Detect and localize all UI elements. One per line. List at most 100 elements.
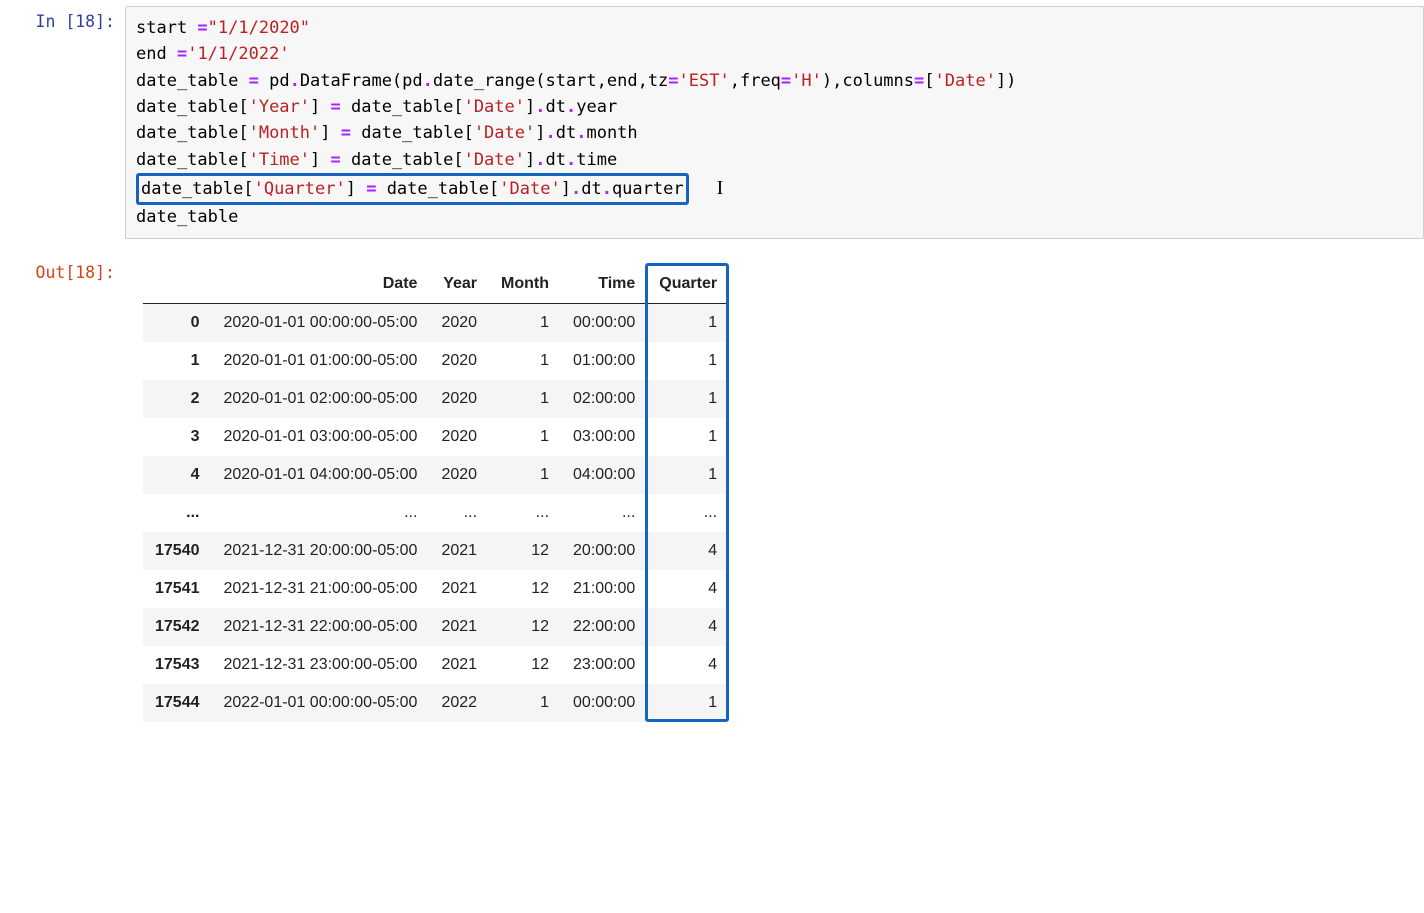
cell-date: 2021-12-31 22:00:00-05:00	[212, 608, 430, 646]
cell-time: 21:00:00	[561, 570, 647, 608]
cell-month: 12	[489, 532, 561, 570]
table-row: 22020-01-01 02:00:00-05:002020102:00:001	[143, 380, 729, 418]
cell-time: 01:00:00	[561, 342, 647, 380]
col-time: Time	[561, 265, 647, 304]
table-row: 32020-01-01 03:00:00-05:002020103:00:001	[143, 418, 729, 456]
row-index: 2	[143, 380, 212, 418]
cell-quarter: 1	[647, 342, 729, 380]
cell-month: 12	[489, 646, 561, 684]
code-line-6: date_table['Time'] = date_table['Date'].…	[136, 150, 617, 170]
cell-month: ...	[489, 494, 561, 532]
cell-month: 12	[489, 570, 561, 608]
in-prompt: In [18]:	[0, 6, 125, 33]
cell-month: 1	[489, 684, 561, 722]
table-row: 175442022-01-01 00:00:00-05:002022100:00…	[143, 684, 729, 722]
cell-month: 1	[489, 380, 561, 418]
cell-time: 22:00:00	[561, 608, 647, 646]
input-cell: In [18]: start ="1/1/2020" end ='1/1/202…	[0, 0, 1424, 239]
code-input[interactable]: start ="1/1/2020" end ='1/1/2022' date_t…	[125, 6, 1424, 239]
col-month: Month	[489, 265, 561, 304]
code-line-4: date_table['Year'] = date_table['Date'].…	[136, 97, 617, 117]
cell-year: ...	[429, 494, 489, 532]
cell-time: 23:00:00	[561, 646, 647, 684]
cell-month: 1	[489, 418, 561, 456]
table-row: 175402021-12-31 20:00:00-05:0020211220:0…	[143, 532, 729, 570]
cell-time: 00:00:00	[561, 684, 647, 722]
cell-quarter: ...	[647, 494, 729, 532]
cell-date: 2020-01-01 00:00:00-05:00	[212, 304, 430, 343]
cell-date: 2021-12-31 23:00:00-05:00	[212, 646, 430, 684]
dataframe-output: Date Year Month Time Quarter 02020-01-01…	[125, 257, 1424, 722]
cell-date: ...	[212, 494, 430, 532]
code-line-3: date_table = pd.DataFrame(pd.date_range(…	[136, 71, 1016, 91]
row-index: 17543	[143, 646, 212, 684]
code-line-1: start ="1/1/2020"	[136, 18, 310, 38]
table-row: 175432021-12-31 23:00:00-05:0020211223:0…	[143, 646, 729, 684]
cell-month: 1	[489, 456, 561, 494]
col-quarter: Quarter	[647, 265, 729, 304]
cell-date: 2021-12-31 20:00:00-05:00	[212, 532, 430, 570]
cell-date: 2020-01-01 03:00:00-05:00	[212, 418, 430, 456]
cell-year: 2020	[429, 380, 489, 418]
col-date: Date	[212, 265, 430, 304]
cell-time: ...	[561, 494, 647, 532]
code-line-2: end ='1/1/2022'	[136, 44, 290, 64]
cell-date: 2021-12-31 21:00:00-05:00	[212, 570, 430, 608]
cell-time: 20:00:00	[561, 532, 647, 570]
out-prompt: Out[18]:	[0, 257, 125, 284]
cell-month: 12	[489, 608, 561, 646]
output-cell: Out[18]: Date Year Month Time Quarter 02…	[0, 251, 1424, 722]
row-index: 4	[143, 456, 212, 494]
col-index	[143, 265, 212, 304]
cell-date: 2020-01-01 02:00:00-05:00	[212, 380, 430, 418]
cell-time: 03:00:00	[561, 418, 647, 456]
table-row: 42020-01-01 04:00:00-05:002020104:00:001	[143, 456, 729, 494]
row-index: ...	[143, 494, 212, 532]
table-row: 02020-01-01 00:00:00-05:002020100:00:001	[143, 304, 729, 343]
cell-quarter: 1	[647, 684, 729, 722]
table-row: 12020-01-01 01:00:00-05:002020101:00:001	[143, 342, 729, 380]
cell-time: 00:00:00	[561, 304, 647, 343]
table-row: 175422021-12-31 22:00:00-05:0020211222:0…	[143, 608, 729, 646]
highlighted-code-line: date_table['Quarter'] = date_table['Date…	[136, 173, 689, 205]
row-index: 17544	[143, 684, 212, 722]
table-row: 175412021-12-31 21:00:00-05:0020211221:0…	[143, 570, 729, 608]
cell-year: 2020	[429, 456, 489, 494]
cell-quarter: 4	[647, 608, 729, 646]
cell-quarter: 4	[647, 532, 729, 570]
code-line-5: date_table['Month'] = date_table['Date']…	[136, 123, 638, 143]
row-index: 3	[143, 418, 212, 456]
cell-quarter: 1	[647, 456, 729, 494]
cell-date: 2020-01-01 01:00:00-05:00	[212, 342, 430, 380]
cell-quarter: 4	[647, 646, 729, 684]
cell-year: 2021	[429, 646, 489, 684]
cell-date: 2020-01-01 04:00:00-05:00	[212, 456, 430, 494]
dataframe-table: Date Year Month Time Quarter 02020-01-01…	[143, 265, 729, 722]
table-header-row: Date Year Month Time Quarter	[143, 265, 729, 304]
cell-year: 2021	[429, 608, 489, 646]
cell-year: 2020	[429, 304, 489, 343]
table-row: ..................	[143, 494, 729, 532]
row-index: 17540	[143, 532, 212, 570]
cell-year: 2021	[429, 570, 489, 608]
cell-year: 2020	[429, 342, 489, 380]
cell-quarter: 1	[647, 304, 729, 343]
cell-year: 2021	[429, 532, 489, 570]
code-line-8: date_table	[136, 207, 238, 227]
row-index: 17542	[143, 608, 212, 646]
cell-time: 04:00:00	[561, 456, 647, 494]
cell-quarter: 1	[647, 380, 729, 418]
cell-quarter: 4	[647, 570, 729, 608]
cell-time: 02:00:00	[561, 380, 647, 418]
cell-quarter: 1	[647, 418, 729, 456]
text-cursor-icon: I	[717, 173, 724, 204]
row-index: 17541	[143, 570, 212, 608]
cell-year: 2020	[429, 418, 489, 456]
cell-month: 1	[489, 342, 561, 380]
cell-date: 2022-01-01 00:00:00-05:00	[212, 684, 430, 722]
cell-month: 1	[489, 304, 561, 343]
row-index: 1	[143, 342, 212, 380]
row-index: 0	[143, 304, 212, 343]
cell-year: 2022	[429, 684, 489, 722]
col-year: Year	[429, 265, 489, 304]
